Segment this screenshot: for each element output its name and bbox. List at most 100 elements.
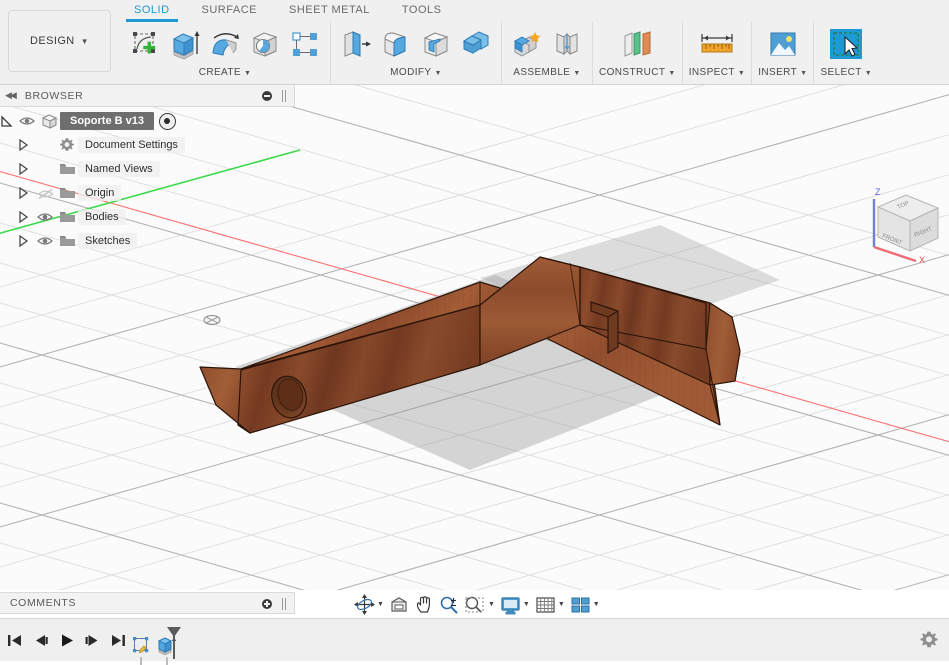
comments-panel[interactable]: COMMENTS <box>0 592 295 614</box>
zoom-icon[interactable] <box>437 593 461 616</box>
tab-sheet-metal[interactable]: SHEET METAL <box>273 0 386 22</box>
tree-root-soporte-b[interactable]: Soporte B v13 <box>0 109 295 133</box>
hole-icon[interactable] <box>246 24 284 64</box>
ribbon-group-assemble: ASSEMBLE ▼ <box>501 22 592 84</box>
chevron-down-icon: ▼ <box>668 70 676 77</box>
ribbon-tabs: SOLID SURFACE SHEET METAL TOOLS <box>118 0 457 22</box>
ribbon-group-modify: MODIFY ▼ <box>330 22 501 84</box>
folder-icon <box>56 186 78 200</box>
tab-surface[interactable]: SURFACE <box>186 0 273 22</box>
browser-tree: Soporte B v13 Document Settings Named Vi… <box>0 109 295 253</box>
tree-item-origin[interactable]: Origin <box>0 181 295 205</box>
timeline-playback-controls <box>2 627 130 653</box>
ribbon-group-insert-label[interactable]: INSERT ▼ <box>758 66 807 82</box>
expand-triangle-icon[interactable] <box>18 139 34 151</box>
tree-item-sketches[interactable]: Sketches <box>0 229 295 253</box>
settings-gear-icon[interactable] <box>919 630 939 650</box>
expand-triangle-icon[interactable] <box>18 235 34 247</box>
chevron-down-icon: ▼ <box>522 601 530 608</box>
tab-tools[interactable]: TOOLS <box>386 0 458 22</box>
select-window-icon[interactable] <box>827 24 865 64</box>
ribbon-group-construct-label[interactable]: CONSTRUCT ▼ <box>599 66 676 82</box>
tree-root-label: Soporte B v13 <box>60 112 154 130</box>
workspace-switcher-button[interactable]: DESIGN ▼ <box>8 10 111 72</box>
tree-item-label: Origin <box>78 185 122 201</box>
tree-item-label: Sketches <box>78 233 138 249</box>
tree-item-document-settings[interactable]: Document Settings <box>0 133 295 157</box>
fillet-icon[interactable] <box>377 24 415 64</box>
extrude-icon[interactable] <box>166 24 204 64</box>
ribbon-group-select-label[interactable]: SELECT ▼ <box>820 66 872 82</box>
go-to-end-button[interactable] <box>106 627 130 653</box>
timeline-sketch-feature[interactable] <box>128 633 154 665</box>
tab-tools-label: TOOLS <box>401 4 442 16</box>
visibility-eye-icon[interactable] <box>34 235 56 247</box>
ribbon-group-inspect: INSPECT ▼ <box>681 22 751 84</box>
tab-solid[interactable]: SOLID <box>118 0 186 22</box>
go-to-beginning-button[interactable] <box>2 627 26 653</box>
activate-component-radio[interactable] <box>158 112 176 130</box>
expand-triangle-icon[interactable] <box>18 163 34 175</box>
press-pull-icon[interactable] <box>337 24 375 64</box>
step-forward-button[interactable] <box>80 627 104 653</box>
visibility-eye-hidden-icon[interactable] <box>34 187 56 200</box>
tree-item-named-views[interactable]: Named Views <box>0 157 295 181</box>
chevron-down-icon: ▼ <box>434 70 442 77</box>
tab-surface-label: SURFACE <box>201 4 257 16</box>
revolve-icon[interactable] <box>206 24 244 64</box>
ribbon-group-create-label[interactable]: CREATE ▼ <box>199 66 252 82</box>
fit-icon[interactable]: ▼ <box>462 593 497 616</box>
origin-point <box>203 314 221 326</box>
expand-triangle-icon[interactable] <box>18 211 34 223</box>
chevron-down-icon: ▼ <box>80 36 89 46</box>
expand-triangle-icon[interactable] <box>18 187 34 199</box>
display-settings-icon[interactable]: ▼ <box>498 593 532 616</box>
ribbon-panels: CREATE ▼ MODIFY ▼ ASSEMBLE ▼ CONSTRUCT ▼… <box>120 22 878 84</box>
chevron-down-icon: ▼ <box>592 601 600 608</box>
play-button[interactable] <box>54 627 78 653</box>
combine-icon[interactable] <box>457 24 495 64</box>
shell-icon[interactable] <box>417 24 455 64</box>
insert-image-icon[interactable] <box>764 24 802 64</box>
viewcube-axis-x: X <box>919 255 925 263</box>
ribbon-group-create: CREATE ▼ <box>120 22 330 84</box>
grid-snaps-icon[interactable]: ▼ <box>533 593 567 616</box>
pan-icon[interactable] <box>412 593 436 616</box>
measure-icon[interactable] <box>698 24 736 64</box>
ribbon-group-modify-label[interactable]: MODIFY ▼ <box>390 66 442 82</box>
timeline-end-marker[interactable] <box>167 627 181 659</box>
tab-sheet-metal-label: SHEET METAL <box>288 4 370 16</box>
folder-icon <box>56 162 78 176</box>
add-comment-icon[interactable] <box>262 599 272 609</box>
chevron-down-icon: ▼ <box>487 601 495 608</box>
ribbon-group-assemble-label[interactable]: ASSEMBLE ▼ <box>513 66 580 82</box>
create-sketch-icon[interactable] <box>126 24 164 64</box>
folder-icon <box>56 210 78 224</box>
pattern-icon[interactable] <box>286 24 324 64</box>
visibility-eye-icon[interactable] <box>34 211 56 223</box>
visibility-eye-icon[interactable] <box>16 115 38 127</box>
browser-minimize-icon[interactable] <box>262 91 272 101</box>
orbit-icon[interactable]: ▼ <box>352 593 386 616</box>
view-cube[interactable]: Z X TOP FRONT RIGHT <box>858 177 946 263</box>
viewports-icon[interactable]: ▼ <box>568 593 602 616</box>
chevron-down-icon: ▼ <box>800 70 808 77</box>
new-component-icon[interactable] <box>508 24 546 64</box>
chevron-down-icon: ▼ <box>377 601 384 608</box>
offset-plane-icon[interactable] <box>618 24 656 64</box>
panel-resize-grip[interactable] <box>282 90 286 102</box>
collapse-panel-icon[interactable]: ◀◀ <box>5 90 17 101</box>
step-back-button[interactable] <box>28 627 52 653</box>
workspace-label: DESIGN <box>30 35 75 47</box>
tree-item-label: Bodies <box>78 209 126 225</box>
panel-resize-grip[interactable] <box>282 598 286 610</box>
ribbon-group-inspect-label[interactable]: INSPECT ▼ <box>689 66 745 82</box>
tree-item-label: Document Settings <box>78 137 185 153</box>
collapse-triangle-icon[interactable] <box>0 114 16 128</box>
chevron-down-icon: ▼ <box>243 70 252 77</box>
look-at-icon[interactable] <box>387 593 411 616</box>
joint-icon[interactable] <box>548 24 586 64</box>
ribbon-group-insert: INSERT ▼ <box>751 22 813 84</box>
tree-item-bodies[interactable]: Bodies <box>0 205 295 229</box>
comments-title: COMMENTS <box>10 597 77 609</box>
